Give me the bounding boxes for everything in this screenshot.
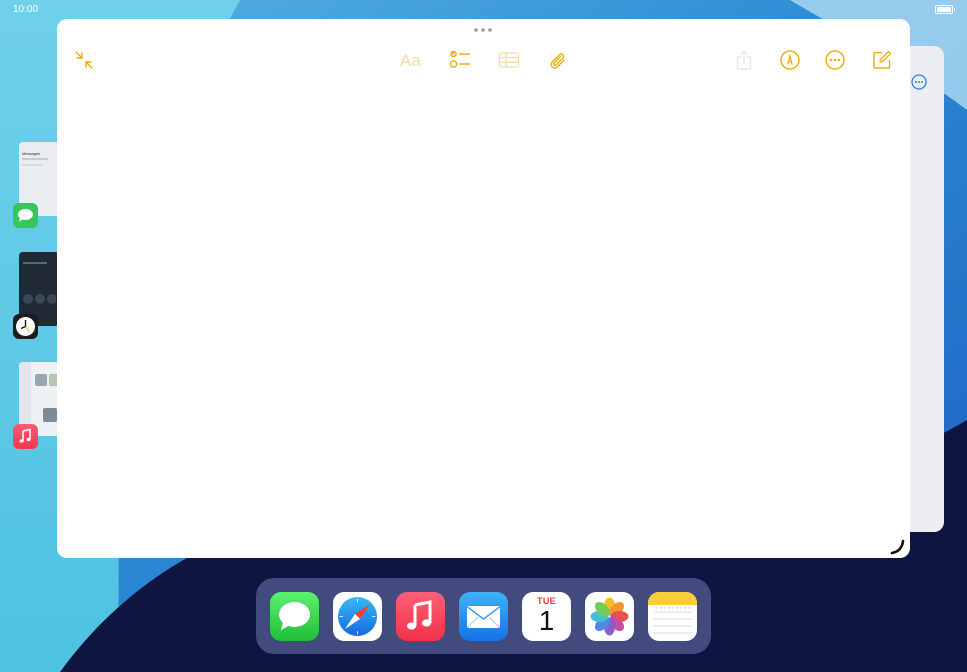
checklist-icon[interactable] xyxy=(449,49,471,71)
dock-messages[interactable] xyxy=(270,592,319,641)
status-time: 10:00 xyxy=(13,4,39,15)
stage-preview-art xyxy=(43,408,57,422)
dock-safari[interactable] xyxy=(333,592,382,641)
safari-compass-icon xyxy=(333,592,382,641)
clock-icon[interactable] xyxy=(13,314,38,339)
notes-window[interactable]: Aa xyxy=(57,19,910,558)
table-icon[interactable] xyxy=(498,49,520,71)
window-grabber-dots[interactable] xyxy=(473,27,493,33)
stage-preview-line xyxy=(22,158,48,160)
share-icon[interactable] xyxy=(733,49,755,71)
stage-preview-art xyxy=(35,374,47,386)
music-icon[interactable] xyxy=(13,424,38,449)
messages-icon[interactable] xyxy=(13,203,38,228)
messages-icon xyxy=(270,592,319,641)
collapse-arrows-icon[interactable] xyxy=(73,49,95,71)
stage-preview-line xyxy=(23,262,47,264)
dock-mail[interactable] xyxy=(459,592,508,641)
stage-preview-line xyxy=(22,164,42,166)
status-bar: 10:00 xyxy=(0,0,967,20)
format-text-button[interactable]: Aa xyxy=(400,50,426,72)
photos-flower-icon xyxy=(585,592,634,641)
envelope-icon xyxy=(459,592,508,641)
markup-pen-icon[interactable] xyxy=(779,49,801,71)
dock: TUE 1 xyxy=(256,578,711,654)
dock-calendar[interactable]: TUE 1 xyxy=(522,592,571,641)
battery-icon xyxy=(935,5,955,14)
resize-handle-icon[interactable] xyxy=(890,539,906,555)
calendar-date: 1 xyxy=(538,605,555,636)
compose-icon[interactable] xyxy=(871,49,893,71)
dock-photos[interactable] xyxy=(585,592,634,641)
paperclip-icon[interactable] xyxy=(546,49,568,71)
ellipsis-circle-icon[interactable] xyxy=(911,74,927,90)
notes-icon xyxy=(648,592,697,641)
dock-notes[interactable] xyxy=(648,592,697,641)
music-note-icon xyxy=(396,592,445,641)
stage-preview-title: Messages xyxy=(22,151,41,156)
world-clock-preview xyxy=(23,294,56,304)
dock-music[interactable] xyxy=(396,592,445,641)
ellipsis-circle-icon[interactable] xyxy=(824,49,846,71)
